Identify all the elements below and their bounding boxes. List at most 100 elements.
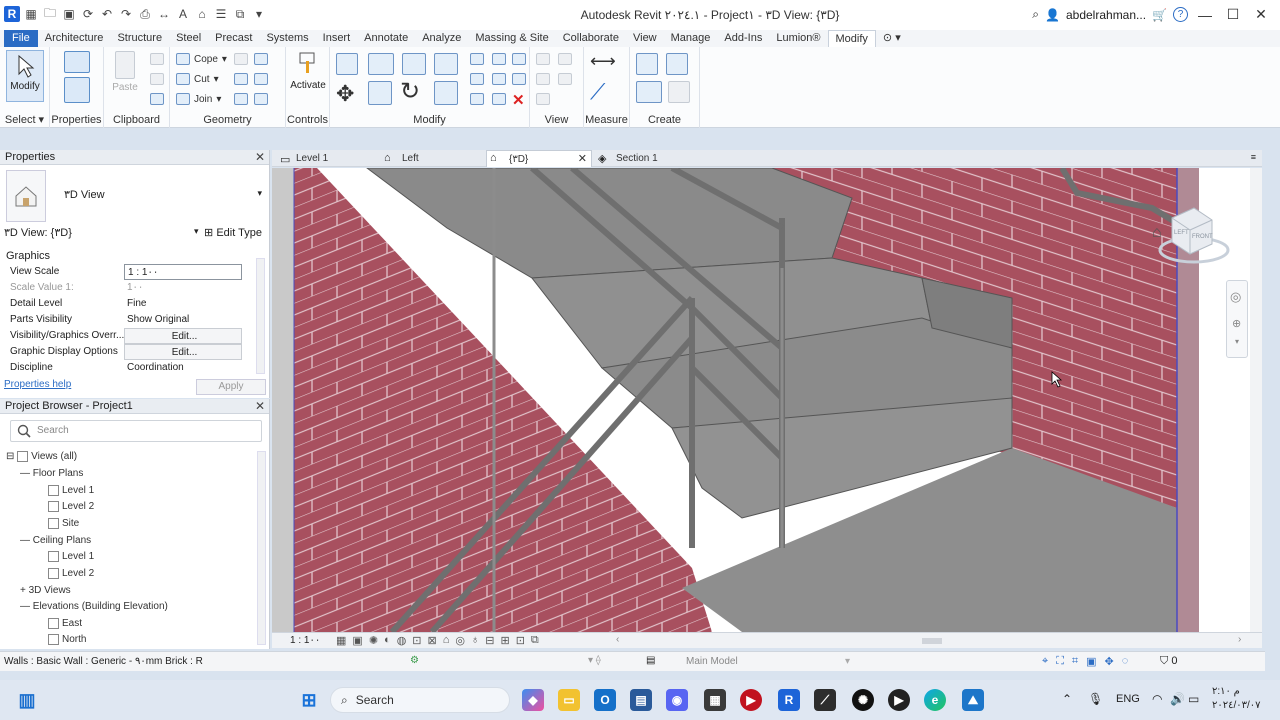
paint-view-icon[interactable] — [558, 73, 572, 85]
print-icon[interactable]: ⎙ — [137, 6, 153, 22]
thin-lines-icon[interactable]: ☰ — [213, 6, 229, 22]
minimize-button[interactable]: — — [1194, 7, 1216, 23]
render-icon[interactable]: ◍ — [397, 634, 407, 647]
3d-view-canvas[interactable]: LEFT FRONT ⌂ ◎ ⊕ ▾ — [272, 168, 1262, 632]
detail-level-icon[interactable]: ▦ — [336, 634, 346, 647]
close-browser-icon[interactable]: ✕ — [255, 399, 265, 414]
cope-button[interactable]: Cope ▾ — [176, 53, 227, 65]
cut-clipboard-icon[interactable] — [150, 53, 164, 65]
redo-icon[interactable]: ↷ — [118, 6, 134, 22]
view-scale-input[interactable]: 1 : 1۰۰ — [124, 264, 242, 280]
tab-steel[interactable]: Steel — [169, 30, 208, 47]
revit-taskbar-icon[interactable]: R — [778, 689, 800, 711]
copy-icon[interactable] — [368, 81, 392, 105]
battery-icon[interactable]: ▭ — [1188, 692, 1199, 706]
user-icon[interactable]: 👤 — [1045, 8, 1060, 22]
type-dropdown-icon[interactable]: ▾ — [257, 188, 262, 199]
viewcube-home-icon[interactable]: ⌂ — [1152, 224, 1162, 242]
canvas-horizontal-scrollbar[interactable] — [622, 637, 1242, 645]
tab-collaborate[interactable]: Collaborate — [556, 30, 626, 47]
scale-icon[interactable] — [492, 73, 506, 85]
photos-icon[interactable]: ⛰ — [962, 689, 984, 711]
open-icon[interactable]: 🗀 — [42, 6, 58, 22]
hammer-icon[interactable] — [254, 93, 268, 105]
join-button[interactable]: Join ▾ — [176, 93, 221, 105]
temporary-hide-icon[interactable]: ◎ — [455, 634, 465, 647]
mirror-draw-icon[interactable] — [434, 53, 458, 75]
tree-elevation-east[interactable]: East — [48, 618, 82, 629]
maximize-button[interactable]: ☐ — [1222, 6, 1244, 23]
tab-add-ins[interactable]: Add-Ins — [717, 30, 769, 47]
tab-annotate[interactable]: Annotate — [357, 30, 415, 47]
split-gap-icon[interactable] — [492, 53, 506, 65]
create-parts-icon[interactable] — [636, 81, 662, 103]
sync-icon[interactable]: ⟳ — [80, 6, 96, 22]
save-icon[interactable]: ▣ — [61, 6, 77, 22]
filter-icon[interactable]: ⛉ 0 — [1160, 655, 1177, 668]
discord-icon[interactable]: ◉ — [666, 689, 688, 711]
match-properties-icon[interactable] — [150, 93, 164, 105]
graphics-group[interactable]: Graphics — [4, 248, 266, 264]
recorder-icon[interactable]: ▶ — [888, 689, 910, 711]
measure-distance-icon[interactable]: ⟷ — [590, 51, 616, 72]
tab-manage[interactable]: Manage — [664, 30, 718, 47]
volume-icon[interactable]: 🔊 — [1170, 692, 1185, 706]
activate-button[interactable]: Activate — [288, 51, 328, 91]
store-icon[interactable]: ▤ — [630, 689, 652, 711]
revit-logo-icon[interactable]: R — [4, 6, 20, 22]
autocad-icon[interactable]: ⟋ — [814, 689, 836, 711]
split-icon[interactable] — [470, 53, 484, 65]
tray-overflow-icon[interactable]: ⌃ — [1062, 692, 1072, 706]
view-instance-selector[interactable]: ۳D View: {۳D} ▾ ⊞ Edit Type — [4, 226, 266, 242]
parts-visibility-value[interactable]: Show Original — [124, 312, 242, 328]
create-group-icon[interactable] — [668, 81, 690, 103]
sun-path-icon[interactable]: ✺ — [369, 634, 378, 647]
steering-wheel-icon[interactable]: ◎ — [1230, 289, 1241, 305]
split-face-icon[interactable] — [234, 53, 248, 65]
language-indicator[interactable]: ENG — [1116, 693, 1140, 705]
model-dropdown-icon[interactable]: ▾ — [845, 656, 850, 667]
customize-qat-icon[interactable]: ▾ — [251, 6, 267, 22]
select-pinned-icon[interactable]: ⌗ — [1072, 655, 1078, 668]
undo-icon[interactable]: ↶ — [99, 6, 115, 22]
rotate-icon[interactable]: ↻ — [400, 77, 420, 106]
type-properties-button[interactable] — [60, 51, 94, 76]
tab-systems[interactable]: Systems — [259, 30, 315, 47]
trim-extend-icon[interactable] — [434, 81, 458, 105]
tree-ceiling-level1[interactable]: Level 1 — [48, 551, 94, 562]
scroll-right-icon[interactable]: › — [1238, 634, 1241, 645]
properties-scrollbar[interactable] — [256, 258, 265, 374]
tree-elevations[interactable]: — Elevations (Building Elevation) — [20, 601, 168, 612]
align-icon[interactable] — [336, 53, 358, 75]
wifi-icon[interactable]: ◠ — [1152, 692, 1162, 706]
tree-floor-plans[interactable]: — Floor Plans — [20, 468, 83, 479]
copy-clipboard-icon[interactable] — [150, 73, 164, 85]
contextual-tab-dropdown[interactable]: ⊙ ▾ — [876, 30, 908, 47]
tree-floor-level1[interactable]: Level 1 — [48, 485, 94, 496]
view-instance-dropdown-icon[interactable]: ▾ — [194, 226, 199, 237]
binoculars-icon[interactable]: ⌕ — [1032, 7, 1039, 22]
tab-lumion[interactable]: Lumion® — [769, 30, 827, 47]
tabs-menu-icon[interactable]: ≡ — [1251, 152, 1256, 162]
edge-icon[interactable]: e — [924, 689, 946, 711]
graphic-display-edit-button[interactable]: Edit... — [124, 344, 242, 360]
halftone-icon[interactable] — [536, 93, 550, 105]
worksharing-icon[interactable]: ⚙ — [410, 655, 419, 666]
microphone-icon[interactable]: 🎙 — [1088, 692, 1103, 706]
paint-icon[interactable] — [234, 73, 248, 85]
tab-file[interactable]: File — [4, 30, 38, 47]
zoom-icon[interactable]: ⊕ — [1232, 317, 1241, 330]
discipline-value[interactable]: Coordination — [124, 360, 242, 376]
file-explorer-icon[interactable]: ▭ — [558, 689, 580, 711]
switch-windows-icon[interactable]: ⧉ — [232, 6, 248, 22]
paste-button[interactable]: Paste — [110, 51, 140, 93]
vg-edit-button[interactable]: Edit... — [124, 328, 242, 344]
tab-modify[interactable]: Modify — [827, 30, 876, 47]
chatgpt-icon[interactable]: ✺ — [852, 689, 874, 711]
close-properties-icon[interactable]: ✕ — [255, 150, 265, 165]
pin-icon[interactable] — [512, 53, 526, 65]
create-similar-icon[interactable] — [666, 53, 688, 75]
view-tab-3d[interactable]: {۳D} ✕ — [486, 150, 592, 167]
tree-elevation-north[interactable]: North — [48, 634, 86, 645]
close-tab-icon[interactable]: ✕ — [578, 151, 587, 168]
